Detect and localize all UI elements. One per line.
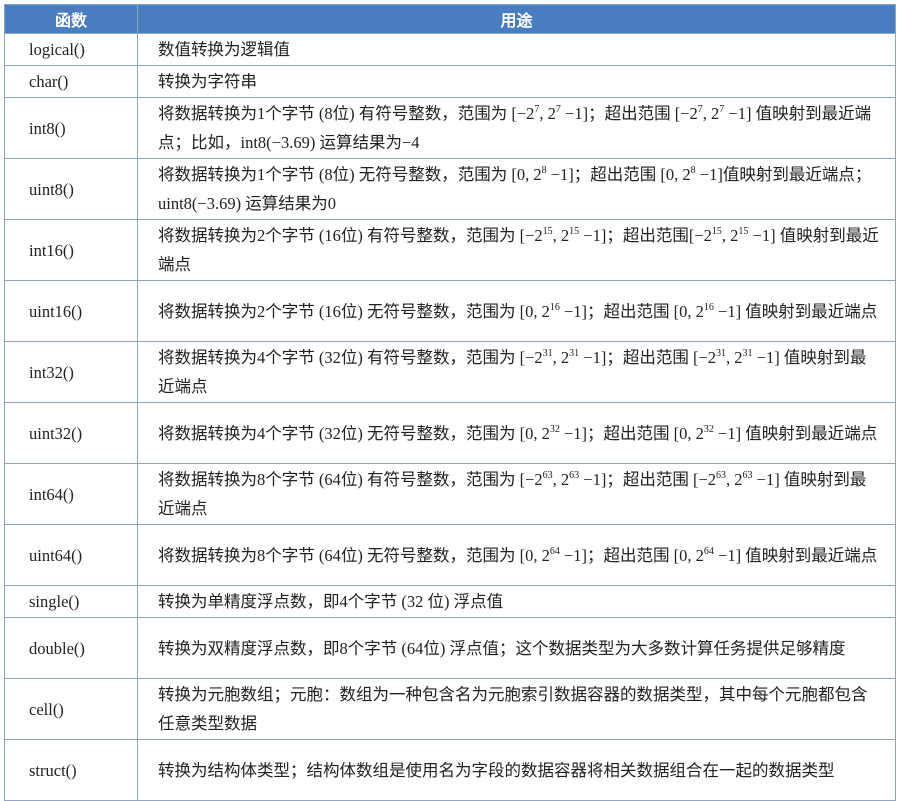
function-name: uint64() (4, 524, 138, 586)
exponent: 63 (716, 470, 727, 481)
table-row: int8() 将数据转换为1个字节 (8位) 有符号整数，范围为 [−27, 27… (4, 97, 896, 159)
description-text: 将数据转换为2个字节 (16位) 无符号整数，范围为 [0, 2 (158, 301, 550, 321)
description-text: , 2 (539, 104, 556, 123)
description-text: 转换为元胞数组；元胞：数组为一种包含名为元胞索引数据容器的数据类型，其中每个元胞… (158, 685, 868, 733)
description-text: , 2 (726, 348, 743, 367)
exponent: 15 (711, 226, 722, 237)
table-row: single() 转换为单精度浮点数，即4个字节 (32 位) 浮点值 (4, 585, 896, 618)
description-text: 转换为字符串 (158, 72, 257, 91)
exponent: 31 (742, 348, 753, 359)
description-text: 将数据转换为4个字节 (32位) 无符号整数，范围为 [0, 2 (158, 423, 550, 443)
function-name: int32() (4, 341, 138, 403)
description-text: , 2 (702, 104, 720, 123)
function-description: 将数据转换为4个字节 (32位) 有符号整数，范围为 [−231, 231 −1… (137, 341, 896, 403)
function-name: logical() (4, 33, 138, 66)
exponent: 63 (569, 470, 580, 481)
exponent: 15 (738, 226, 749, 237)
exponent: 15 (569, 226, 580, 237)
function-description: 转换为字符串 (137, 65, 896, 98)
description-text: 转换为单精度浮点数，即4个字节 (32 位) 浮点值 (158, 592, 504, 611)
exponent: 64 (549, 545, 560, 557)
table-row: int64() 将数据转换为8个字节 (64位) 有符号整数，范围为 [−263,… (4, 463, 896, 525)
description-text: 数值转换为逻辑值 (158, 40, 290, 59)
description-text: −1] 值映射到最近端点 (713, 545, 878, 565)
description-text: 转换为结构体类型；结构体数组是使用名为字段的数据容器将相关数据组合在一起的数据类… (158, 760, 835, 780)
description-text: 转换为双精度浮点数，即8个字节 (64位) 浮点值；这个数据类型为大多数计算任务… (158, 638, 846, 658)
description-text: −1]；超出范围 [0, 2 (559, 301, 704, 321)
function-description: 转换为结构体类型；结构体数组是使用名为字段的数据容器将相关数据组合在一起的数据类… (137, 739, 896, 801)
function-name: char() (4, 65, 138, 98)
header-purpose: 用途 (137, 4, 896, 34)
description-text: 将数据转换为2个字节 (16位) 有符号整数，范围为 [−2 (158, 226, 543, 245)
description-text: , 2 (726, 470, 743, 489)
description-text: 将数据转换为1个字节 (8位) 无符号整数，范围为 [0, 2 (158, 165, 542, 184)
table-row: cell() 转换为元胞数组；元胞：数组为一种包含名为元胞索引数据容器的数据类型，… (4, 678, 896, 740)
description-text: , 2 (552, 226, 570, 245)
function-description: 数值转换为逻辑值 (137, 33, 896, 66)
exponent: 16 (703, 301, 714, 313)
description-text: −1]；超出范围[−2 (579, 226, 712, 245)
table-row: int32() 将数据转换为4个字节 (32位) 有符号整数，范围为 [−231,… (4, 341, 896, 403)
function-description: 转换为单精度浮点数，即4个字节 (32 位) 浮点值 (137, 585, 896, 618)
table-row: uint64() 将数据转换为8个字节 (64位) 无符号整数，范围为 [0, 2… (4, 524, 896, 586)
description-text: −1]；超出范围 [0, 2 (559, 423, 704, 443)
exponent: 15 (542, 226, 553, 237)
function-description: 将数据转换为4个字节 (32位) 无符号整数，范围为 [0, 232 −1]；超… (137, 402, 896, 464)
description-text: −1]；超出范围 [0, 2 (546, 165, 691, 184)
exponent: 32 (549, 423, 560, 435)
table-row: double() 转换为双精度浮点数，即8个字节 (64位) 浮点值；这个数据类型… (4, 617, 896, 679)
function-name: double() (4, 617, 138, 679)
function-name: struct() (4, 739, 138, 801)
table-row: struct() 转换为结构体类型；结构体数组是使用名为字段的数据容器将相关数据组… (4, 739, 896, 801)
table-row: uint32() 将数据转换为4个字节 (32位) 无符号整数，范围为 [0, 2… (4, 402, 896, 464)
exponent: 31 (569, 348, 580, 359)
function-description: 将数据转换为8个字节 (64位) 无符号整数，范围为 [0, 264 −1]；超… (137, 524, 896, 586)
description-text: , 2 (721, 226, 739, 245)
exponent: 64 (703, 545, 714, 557)
function-name: uint32() (4, 402, 138, 464)
table-row: uint8() 将数据转换为1个字节 (8位) 无符号整数，范围为 [0, 28 … (4, 158, 896, 220)
function-name: int64() (4, 463, 138, 525)
function-description: 转换为双精度浮点数，即8个字节 (64位) 浮点值；这个数据类型为大多数计算任务… (137, 617, 896, 679)
function-description: 将数据转换为8个字节 (64位) 有符号整数，范围为 [−263, 263 −1… (137, 463, 896, 525)
exponent: 63 (542, 470, 553, 481)
description-text: 将数据转换为8个字节 (64位) 有符号整数，范围为 [−2 (158, 470, 543, 489)
description-text: 将数据转换为8个字节 (64位) 无符号整数，范围为 [0, 2 (158, 545, 550, 565)
exponent: 16 (549, 301, 560, 313)
header-function: 函数 (4, 4, 138, 34)
description-text: −1] 值映射到最近端点 (713, 301, 878, 321)
table-row: uint16() 将数据转换为2个字节 (16位) 无符号整数，范围为 [0, 2… (4, 280, 896, 342)
function-description: 将数据转换为2个字节 (16位) 有符号整数，范围为 [−215, 215 −1… (137, 219, 896, 281)
function-name: int16() (4, 219, 138, 281)
exponent: 31 (716, 348, 727, 359)
function-description: 将数据转换为1个字节 (8位) 有符号整数，范围为 [−27, 27 −1]；超… (137, 97, 896, 159)
function-description: 将数据转换为1个字节 (8位) 无符号整数，范围为 [0, 28 −1]；超出范… (137, 158, 896, 220)
function-description: 转换为元胞数组；元胞：数组为一种包含名为元胞索引数据容器的数据类型，其中每个元胞… (137, 678, 896, 740)
exponent: 32 (703, 423, 714, 435)
description-text: −1]；超出范围 [−2 (579, 348, 717, 367)
description-text: 将数据转换为1个字节 (8位) 有符号整数，范围为 [−2 (158, 104, 535, 123)
function-name: uint8() (4, 158, 138, 220)
description-text: , 2 (552, 470, 570, 489)
conversion-functions-table: 函数 用途 logical() 数值转换为逻辑值 char() 转换为字符串 int8(… (4, 4, 896, 801)
description-text: −1]；超出范围 [0, 2 (559, 545, 704, 565)
description-text: , 2 (552, 348, 570, 367)
function-name: single() (4, 585, 138, 618)
table-row: logical() 数值转换为逻辑值 (4, 33, 896, 66)
function-description: 将数据转换为2个字节 (16位) 无符号整数，范围为 [0, 216 −1]；超… (137, 280, 896, 342)
table-row: int16() 将数据转换为2个字节 (16位) 有符号整数，范围为 [−215,… (4, 219, 896, 281)
description-text: −1]；超出范围 [−2 (560, 104, 698, 123)
description-text: −1]；超出范围 [−2 (579, 470, 717, 489)
function-name: cell() (4, 678, 138, 740)
table-row: char() 转换为字符串 (4, 65, 896, 98)
function-name: uint16() (4, 280, 138, 342)
description-text: 将数据转换为4个字节 (32位) 有符号整数，范围为 [−2 (158, 348, 543, 367)
exponent: 63 (742, 470, 753, 481)
function-name: int8() (4, 97, 138, 159)
exponent: 31 (542, 348, 553, 359)
table-header-row: 函数 用途 (4, 4, 896, 34)
description-text: −1] 值映射到最近端点 (713, 423, 878, 443)
